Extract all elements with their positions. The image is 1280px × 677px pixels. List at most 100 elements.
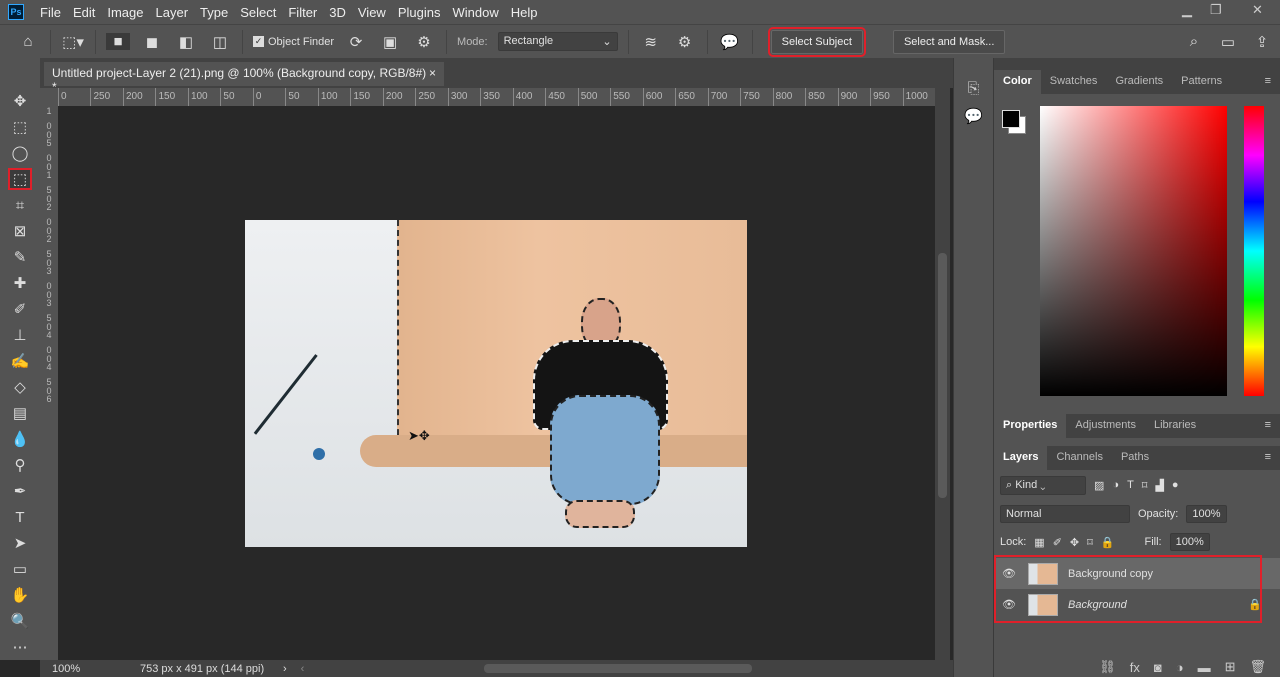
search-icon[interactable]: ⌕ (1182, 33, 1206, 50)
group-icon[interactable]: ▬ (1198, 660, 1211, 675)
add-mask-icon[interactable]: ◙ (1154, 660, 1162, 675)
menu-edit[interactable]: Edit (67, 5, 101, 20)
select-subject-button[interactable]: Select Subject (767, 26, 866, 57)
menu-plugins[interactable]: Plugins (392, 5, 447, 20)
brush-tool[interactable]: ✐ (0, 296, 40, 322)
tab-color[interactable]: Color (994, 70, 1041, 94)
filter-shape-icon[interactable]: ⌑ (1142, 479, 1148, 492)
document-tab[interactable]: Untitled project-Layer 2 (21).png @ 100%… (44, 62, 444, 94)
move-tool[interactable]: ✥ (0, 88, 40, 114)
lock-artboard-icon[interactable]: ⌑ (1087, 536, 1093, 549)
menu-window[interactable]: Window (446, 5, 504, 20)
mode-select[interactable]: Rectangle ⌄ (497, 32, 618, 51)
minimize-icon[interactable]: ▁ (1182, 2, 1192, 18)
tab-patterns[interactable]: Patterns (1172, 70, 1231, 94)
gradient-tool[interactable]: ▤ (0, 400, 40, 426)
lock-position-icon[interactable]: ✥ (1070, 536, 1079, 549)
clone-stamp-tool[interactable]: ⊥ (0, 322, 40, 348)
more-tools-icon[interactable]: ⋯ (0, 634, 40, 660)
close-tab-icon[interactable]: × (429, 66, 436, 82)
fx-icon[interactable]: fx (1130, 660, 1140, 675)
tab-properties[interactable]: Properties (994, 414, 1067, 438)
menu-select[interactable]: Select (234, 5, 282, 20)
menu-layer[interactable]: Layer (150, 5, 195, 20)
history-panel-icon[interactable]: ⎘ (954, 80, 993, 97)
object-selection-tool-preset-icon[interactable]: ⬚▾ (61, 33, 85, 51)
pen-tool[interactable]: ✒ (0, 478, 40, 504)
eyedropper-tool[interactable]: ✎ (0, 244, 40, 270)
show-objects-icon[interactable]: ▣ (378, 33, 402, 51)
lock-transparent-icon[interactable]: ▦ (1034, 536, 1044, 549)
share-icon[interactable]: ⇪ (1250, 33, 1274, 51)
new-selection-icon[interactable]: ■ (106, 33, 130, 50)
blend-mode-select[interactable]: Normal (1000, 505, 1130, 523)
sample-all-layers-icon[interactable]: ≋ (639, 33, 663, 51)
object-finder-checkbox[interactable]: ✓ Object Finder (253, 36, 334, 48)
lock-all-icon[interactable]: 🔒 (1101, 536, 1115, 549)
tab-swatches[interactable]: Swatches (1041, 70, 1107, 94)
link-layers-icon[interactable]: ⛓ (1099, 659, 1116, 675)
panel-menu-icon[interactable]: ≡ (1256, 414, 1280, 438)
menu-help[interactable]: Help (505, 5, 544, 20)
panel-menu-icon[interactable]: ≡ (1256, 70, 1280, 94)
tab-paths[interactable]: Paths (1112, 446, 1158, 470)
adjustment-layer-icon[interactable]: ◑ (1176, 660, 1184, 675)
scroll-left-icon[interactable]: ‹ (301, 663, 305, 675)
home-icon[interactable]: ⌂ (16, 33, 40, 50)
menu-image[interactable]: Image (101, 5, 149, 20)
filter-type-icon[interactable]: T (1127, 479, 1134, 491)
horizontal-scrollbar-thumb[interactable] (484, 664, 753, 673)
color-field[interactable] (1040, 106, 1227, 396)
tab-gradients[interactable]: Gradients (1106, 70, 1172, 94)
rectangle-tool[interactable]: ▭ (0, 556, 40, 582)
type-tool[interactable]: T (0, 504, 40, 530)
menu-file[interactable]: File (34, 5, 67, 20)
hue-slider[interactable] (1244, 106, 1264, 396)
marquee-tool[interactable]: ⬚ (0, 114, 40, 140)
filter-toggle[interactable]: ● (1172, 479, 1179, 491)
opacity-field[interactable]: 100% (1186, 505, 1227, 523)
foreground-color-swatch[interactable] (1002, 110, 1020, 128)
vertical-scrollbar[interactable] (935, 88, 950, 660)
tab-libraries[interactable]: Libraries (1145, 414, 1205, 438)
filter-pixel-icon[interactable]: ▨ (1094, 479, 1104, 492)
menu-filter[interactable]: Filter (282, 5, 323, 20)
lock-pixels-icon[interactable]: ✐ (1053, 536, 1062, 549)
restore-icon[interactable]: ❐ (1210, 2, 1222, 18)
path-selection-tool[interactable]: ➤ (0, 530, 40, 556)
dodge-tool[interactable]: ⚲ (0, 452, 40, 478)
menu-3d[interactable]: 3D (323, 5, 352, 20)
intersect-selection-icon[interactable]: ◫ (208, 33, 232, 51)
zoom-tool[interactable]: 🔍 (0, 608, 40, 634)
object-selection-tool[interactable]: ⬚ (0, 166, 40, 192)
lasso-tool[interactable]: ◯ (0, 140, 40, 166)
panel-menu-icon[interactable]: ≡ (1256, 446, 1280, 470)
scrollbar-thumb[interactable] (938, 253, 947, 498)
feedback-icon[interactable]: 💬 (718, 33, 742, 51)
comments-panel-icon[interactable]: 💬 (954, 107, 993, 125)
hard-edge-icon[interactable]: ⚙ (673, 33, 697, 51)
subtract-selection-icon[interactable]: ◧ (174, 33, 198, 51)
hand-tool[interactable]: ✋ (0, 582, 40, 608)
crop-tool[interactable]: ⌗ (0, 192, 40, 218)
blur-tool[interactable]: 💧 (0, 426, 40, 452)
fill-field[interactable]: 100% (1169, 533, 1210, 551)
delete-layer-icon[interactable]: 🗑 (1249, 659, 1266, 675)
filter-adjustment-icon[interactable]: ◑ (1112, 479, 1119, 491)
new-layer-icon[interactable]: ⊞ (1225, 659, 1236, 675)
healing-brush-tool[interactable]: ✚ (0, 270, 40, 296)
gear-icon[interactable]: ⚙ (412, 33, 436, 51)
refresh-icon[interactable]: ⟳ (344, 33, 368, 51)
tab-channels[interactable]: Channels (1047, 446, 1111, 470)
eraser-tool[interactable]: ◇ (0, 374, 40, 400)
frame-tool[interactable]: ⊠ (0, 218, 40, 244)
menu-view[interactable]: View (352, 5, 392, 20)
layer-filter-select[interactable]: ⌕ Kind ⌄ (1000, 475, 1086, 495)
filter-smart-object-icon[interactable]: ▟ (1155, 479, 1163, 492)
menu-type[interactable]: Type (194, 5, 234, 20)
status-menu-chevron-icon[interactable]: › (283, 663, 287, 675)
tab-layers[interactable]: Layers (994, 446, 1048, 470)
close-window-icon[interactable]: ✕ (1252, 2, 1263, 18)
add-to-selection-icon[interactable]: ◼ (140, 33, 164, 51)
tab-adjustments[interactable]: Adjustments (1066, 414, 1145, 438)
